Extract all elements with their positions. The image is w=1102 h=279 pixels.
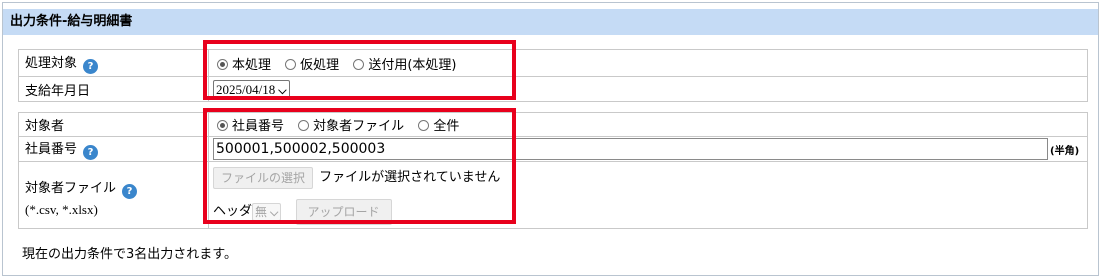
target-settings-table: 対象者 社員番号 対象者ファイル 全件 社員番号? 500001,500002,…	[18, 112, 1088, 229]
panel-title: 出力条件-給与明細書	[3, 9, 1098, 35]
output-conditions-panel: 出力条件-給与明細書 処理対象? 本処理 仮処理 送付用(本処理) 支給年月日 …	[2, 2, 1099, 276]
target-label-cell: 対象者	[18, 112, 209, 137]
processing-settings-table: 処理対象? 本処理 仮処理 送付用(本処理) 支給年月日 2025/04/18 ⌵	[18, 49, 1088, 102]
help-icon[interactable]: ?	[122, 183, 138, 199]
processing-target-label-cell: 処理対象?	[18, 49, 209, 77]
target-label: 対象者	[25, 119, 65, 134]
help-icon[interactable]: ?	[83, 145, 99, 160]
target-file-label: 対象者ファイル	[25, 180, 117, 196]
processing-target-label: 処理対象	[25, 56, 78, 71]
half-width-note: (半角)	[1050, 145, 1080, 157]
output-count-message: 現在の出力条件で3名出力されます。	[22, 247, 237, 262]
payment-date-label-cell: 支給年月日	[18, 76, 209, 102]
employee-number-label-cell: 社員番号?	[18, 136, 209, 162]
highlight-box-processing	[203, 40, 516, 100]
payment-date-label: 支給年月日	[25, 83, 91, 99]
highlight-box-target	[203, 108, 516, 224]
help-icon[interactable]: ?	[83, 59, 99, 74]
target-file-formats: (*.csv, *.xlsx)	[25, 201, 98, 217]
employee-number-label: 社員番号	[25, 142, 78, 157]
target-file-label-cell: 対象者ファイル? (*.csv, *.xlsx)	[18, 161, 209, 229]
